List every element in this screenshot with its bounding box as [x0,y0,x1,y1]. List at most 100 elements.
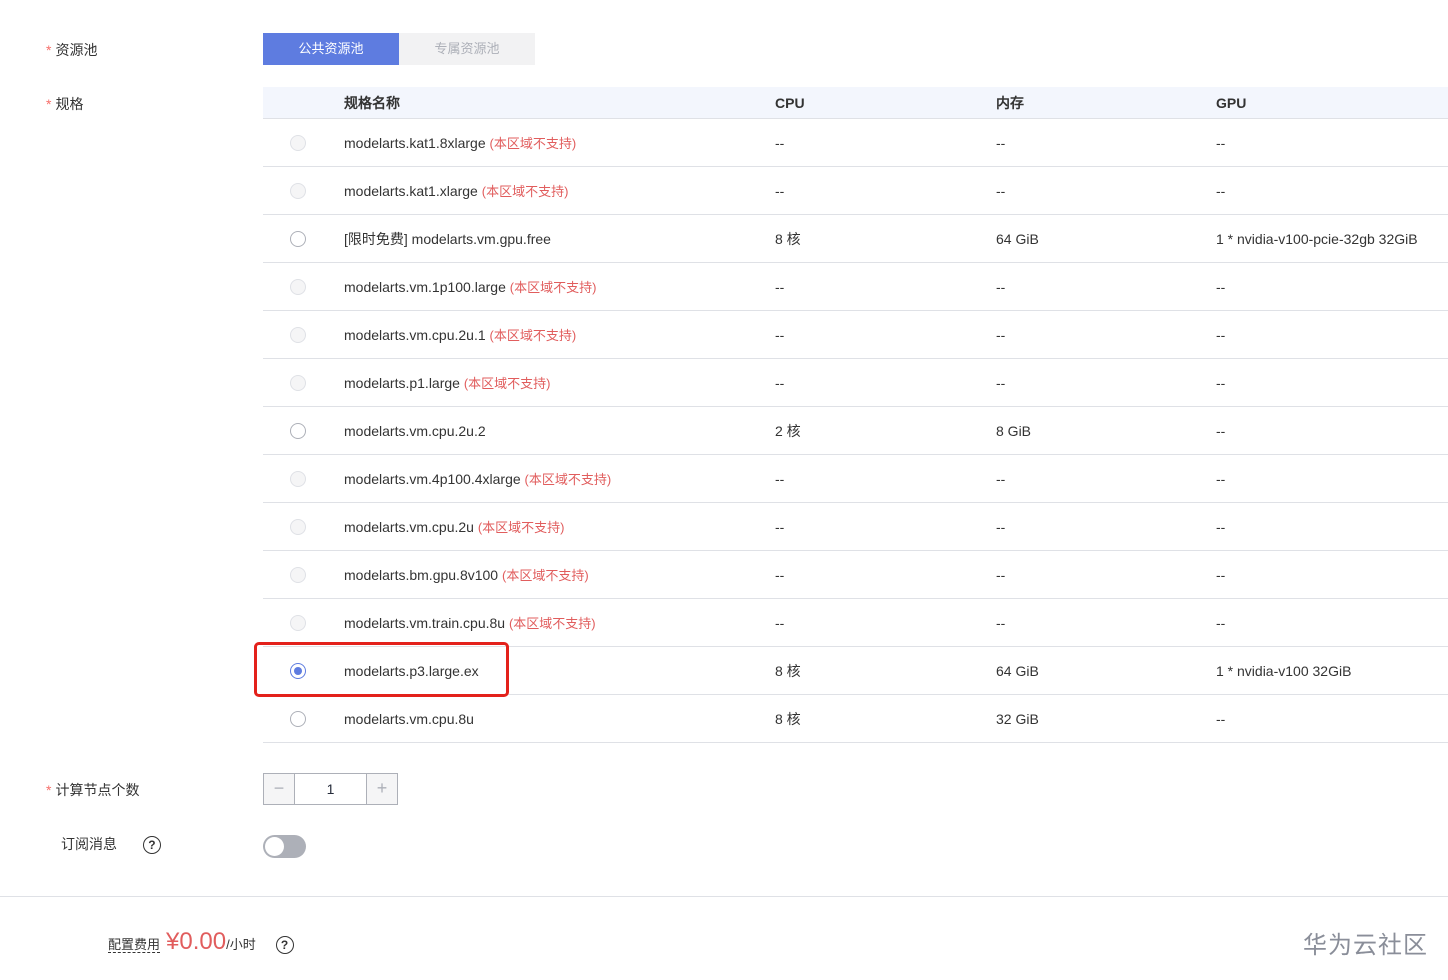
table-row: modelarts.p1.large (本区域不支持) -- -- -- [263,358,1448,407]
memory-cell: -- [985,598,1205,647]
memory-cell: -- [985,310,1205,359]
gpu-cell: -- [1205,694,1448,743]
unsupported-note: (本区域不支持) [481,184,569,199]
gpu-cell: -- [1205,358,1448,407]
spec-radio [290,519,306,536]
radio-cell [263,118,333,167]
cpu-cell: -- [764,358,985,407]
spec-name: modelarts.vm.cpu.2u.2 [344,422,486,439]
cpu-cell: -- [764,262,985,311]
radio-cell [263,598,333,647]
resource-pool-toggle: 公共资源池 专属资源池 [263,33,535,65]
spec-radio [290,615,306,632]
spec-name-cell: modelarts.kat1.8xlarge (本区域不支持) [333,118,764,167]
dedicated-pool-button[interactable]: 专属资源池 [399,33,535,65]
switch-knob [265,837,284,856]
fee-label[interactable]: 配置费用 [108,937,161,953]
memory-cell: -- [985,358,1205,407]
cpu-cell: -- [764,598,985,647]
spec-name: modelarts.vm.cpu.2u.1 [344,327,486,343]
spec-name: modelarts.vm.4p100.4xlarge [344,471,521,487]
spec-name-cell: modelarts.p1.large (本区域不支持) [333,358,764,407]
cpu-cell: 8 核 [764,646,985,695]
cpu-cell: -- [764,550,985,599]
cpu-cell: 8 核 [764,214,985,263]
fee-help-icon[interactable]: ? [275,936,294,954]
watermark: 华为云社区 [1303,932,1428,959]
required-mark: * [46,42,52,58]
table-row[interactable]: [限时免费] modelarts.vm.gpu.free 8 核 64 GiB 1 … [263,214,1448,263]
table-row[interactable]: modelarts.vm.cpu.8u 8 核 32 GiB -- [263,694,1448,743]
gpu-cell: -- [1205,118,1448,167]
cpu-cell: -- [764,502,985,551]
spec-name-cell: modelarts.vm.train.cpu.8u (本区域不支持) [333,598,764,647]
node-count-label: * 计算节点个数 [46,782,140,798]
decrement-button[interactable]: − [264,774,294,804]
gpu-cell: -- [1205,166,1448,215]
table-row: modelarts.vm.cpu.2u.1 (本区域不支持) -- -- -- [263,310,1448,359]
spec-radio [290,567,306,584]
spec-name: modelarts.vm.1p100.large [344,279,506,295]
resource-pool-label: * 资源池 [46,42,98,58]
memory-cell: 64 GiB [985,646,1205,695]
radio-cell [263,214,333,263]
unsupported-note: (本区域不支持) [508,616,596,631]
gpu-cell: -- [1205,550,1448,599]
spec-name: modelarts.vm.cpu.2u [344,519,474,535]
node-count-input[interactable]: 1 [294,774,367,804]
table-row: modelarts.vm.1p100.large (本区域不支持) -- -- -- [263,262,1448,311]
gpu-cell: -- [1205,262,1448,311]
required-mark: * [46,96,52,112]
increment-button[interactable]: + [367,774,397,804]
header-radio-col [263,87,333,119]
memory-cell: 64 GiB [985,214,1205,263]
fee-unit: /小时 [226,937,256,952]
spec-radio [290,375,306,392]
spec-radio [290,279,306,296]
spec-name: modelarts.kat1.8xlarge [344,135,486,151]
cpu-cell: 8 核 [764,694,985,743]
node-count-stepper: − 1 + [263,773,398,805]
spec-name-cell: [限时免费] modelarts.vm.gpu.free [333,214,764,263]
gpu-cell: 1 * nvidia-v100-pcie-32gb 32GiB [1205,214,1448,263]
radio-cell [263,502,333,551]
public-pool-button[interactable]: 公共资源池 [263,33,399,65]
header-memory: 内存 [985,87,1205,119]
gpu-cell: -- [1205,502,1448,551]
table-row: modelarts.vm.cpu.2u (本区域不支持) -- -- -- [263,502,1448,551]
radio-cell [263,262,333,311]
gpu-cell: -- [1205,454,1448,503]
spec-radio [290,327,306,344]
spec-radio[interactable] [290,711,306,728]
spec-radio[interactable] [290,231,306,248]
table-row[interactable]: modelarts.vm.cpu.2u.2 2 核8 GiB -- [263,406,1448,455]
spec-name-cell: modelarts.vm.4p100.4xlarge (本区域不支持) [333,454,764,503]
gpu-cell: -- [1205,310,1448,359]
unsupported-note: (本区域不支持) [509,280,597,295]
gpu-cell: -- [1205,406,1448,455]
cpu-cell: -- [764,166,985,215]
radio-cell [263,310,333,359]
subscribe-switch[interactable] [263,835,306,858]
spec-name: modelarts.vm.train.cpu.8u [344,615,506,631]
radio-cell [263,406,333,455]
radio-cell [263,358,333,407]
spec-radio [290,183,306,200]
spec-name-cell: modelarts.kat1.xlarge (本区域不支持) [333,166,764,215]
spec-radio[interactable] [290,423,306,440]
table-row: modelarts.vm.4p100.4xlarge (本区域不支持) -- -- -… [263,454,1448,503]
memory-cell: 32 GiB [985,694,1205,743]
spec-name-cell: modelarts.bm.gpu.8v100 (本区域不支持) [333,550,764,599]
spec-name-cell: modelarts.vm.cpu.2u (本区域不支持) [333,502,764,551]
required-mark: * [46,782,52,798]
unsupported-note: (本区域不支持) [477,520,565,535]
spec-radio [290,471,306,488]
radio-cell [263,454,333,503]
fee-summary: 配置费用 ¥0.00/小时 ? [108,928,294,956]
unsupported-note: (本区域不支持) [489,136,577,151]
divider [0,896,1448,897]
help-icon[interactable]: ? [142,836,161,854]
fee-price: ¥0.00 [166,928,227,955]
radio-cell [263,550,333,599]
gpu-cell: 1 * nvidia-v100 32GiB [1205,646,1448,695]
